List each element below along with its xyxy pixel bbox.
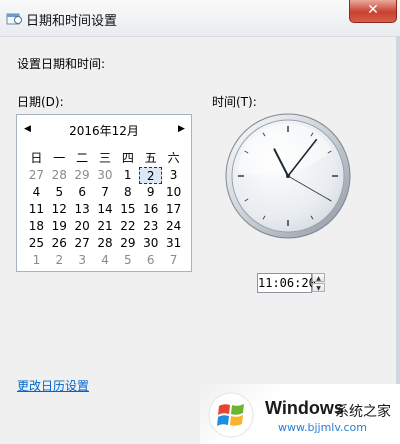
calendar-day[interactable]: 19 bbox=[48, 218, 71, 235]
calendar-day[interactable]: 28 bbox=[94, 235, 117, 252]
calendar-day[interactable]: 24 bbox=[162, 218, 185, 235]
calendar-week: 18 19 20 21 22 23 24 bbox=[25, 218, 185, 235]
calendar-day[interactable]: 14 bbox=[94, 201, 117, 218]
section-heading: 设置日期和时间: bbox=[17, 57, 106, 71]
calendar-day[interactable]: 8 bbox=[116, 184, 139, 201]
calendar-day[interactable]: 12 bbox=[48, 201, 71, 218]
window-frame-right bbox=[396, 36, 400, 444]
calendar-day[interactable]: 7 bbox=[162, 252, 185, 269]
calendar-day[interactable]: 3 bbox=[71, 252, 94, 269]
time-input[interactable]: 11:06:20 bbox=[257, 273, 316, 293]
calendar-day[interactable]: 4 bbox=[94, 252, 117, 269]
time-spinner[interactable]: ▲ ▼ bbox=[312, 273, 325, 293]
calendar-day[interactable]: 22 bbox=[116, 218, 139, 235]
clock-center-pin bbox=[286, 174, 290, 178]
calendar-day[interactable]: 5 bbox=[116, 252, 139, 269]
time-label: 时间(T): bbox=[212, 95, 257, 109]
watermark-brand: Windows bbox=[265, 398, 344, 418]
calendar-grid: 日 一 二 三 四 五 六 27 28 29 30 1 2 3 4 5 6 7 … bbox=[25, 150, 185, 269]
weekday-header: 一 bbox=[53, 151, 66, 165]
calendar-day[interactable]: 21 bbox=[94, 218, 117, 235]
calendar-day[interactable]: 29 bbox=[116, 235, 139, 252]
calendar-day[interactable]: 1 bbox=[116, 167, 139, 184]
calendar-day[interactable]: 11 bbox=[25, 201, 48, 218]
calendar-day[interactable]: 25 bbox=[25, 235, 48, 252]
calendar-week: 1 2 3 4 5 6 7 bbox=[25, 252, 185, 269]
calendar-week: 4 5 6 7 8 9 10 bbox=[25, 184, 185, 201]
weekday-header: 三 bbox=[99, 151, 112, 165]
weekday-header: 六 bbox=[167, 151, 180, 165]
calendar-day[interactable]: 26 bbox=[48, 235, 71, 252]
calendar-day[interactable]: 18 bbox=[25, 218, 48, 235]
calendar-day[interactable]: 3 bbox=[162, 167, 185, 184]
weekday-header: 四 bbox=[121, 151, 134, 165]
windows-logo-icon bbox=[208, 392, 254, 438]
spin-down-icon[interactable]: ▼ bbox=[312, 283, 325, 292]
weekday-header: 五 bbox=[144, 151, 157, 165]
calendar[interactable]: ◀ 2016年12月 ▶ 日 一 二 三 四 五 六 27 28 29 30 1… bbox=[16, 114, 192, 272]
calendar-week: 27 28 29 30 1 2 3 bbox=[25, 167, 185, 184]
calendar-day[interactable]: 15 bbox=[116, 201, 139, 218]
next-month-icon[interactable]: ▶ bbox=[178, 124, 185, 134]
calendar-day[interactable]: 6 bbox=[139, 252, 162, 269]
calendar-day[interactable]: 23 bbox=[139, 218, 162, 235]
calendar-day[interactable]: 20 bbox=[71, 218, 94, 235]
title-bar: 日期和时间设置 bbox=[0, 0, 400, 36]
date-label: 日期(D): bbox=[17, 95, 64, 109]
change-calendar-settings-link[interactable]: 更改日历设置 bbox=[17, 377, 89, 394]
calendar-day[interactable]: 27 bbox=[25, 167, 48, 184]
watermark-url: www.bjjmlv.com bbox=[278, 421, 367, 434]
calendar-day[interactable]: 7 bbox=[94, 184, 117, 201]
date-time-icon bbox=[6, 13, 22, 25]
calendar-day[interactable]: 10 bbox=[162, 184, 185, 201]
weekday-header: 日 bbox=[30, 151, 43, 165]
calendar-day[interactable]: 1 bbox=[25, 252, 48, 269]
close-button[interactable]: ✕ bbox=[349, 0, 397, 23]
calendar-day[interactable]: 31 bbox=[162, 235, 185, 252]
calendar-day[interactable]: 28 bbox=[48, 167, 71, 184]
calendar-day[interactable]: 9 bbox=[139, 184, 162, 201]
calendar-day[interactable]: 5 bbox=[48, 184, 71, 201]
calendar-day[interactable]: 2 bbox=[48, 252, 71, 269]
calendar-day[interactable]: 16 bbox=[139, 201, 162, 218]
window-title: 日期和时间设置 bbox=[26, 14, 118, 29]
calendar-day[interactable]: 13 bbox=[71, 201, 94, 218]
spin-up-icon[interactable]: ▲ bbox=[312, 273, 325, 282]
calendar-day[interactable]: 27 bbox=[71, 235, 94, 252]
watermark-site-name: 系统之家 bbox=[335, 404, 391, 420]
calendar-day[interactable]: 4 bbox=[25, 184, 48, 201]
weekday-header: 二 bbox=[76, 151, 89, 165]
calendar-day[interactable]: 17 bbox=[162, 201, 185, 218]
calendar-day[interactable]: 29 bbox=[71, 167, 94, 184]
calendar-day[interactable]: 30 bbox=[93, 167, 116, 184]
calendar-day[interactable]: 30 bbox=[139, 235, 162, 252]
calendar-week: 11 12 13 14 15 16 17 bbox=[25, 201, 185, 218]
calendar-month-title[interactable]: 2016年12月 bbox=[17, 122, 191, 139]
title-divider bbox=[0, 36, 400, 37]
calendar-day[interactable]: 6 bbox=[71, 184, 94, 201]
calendar-day-selected[interactable]: 2 bbox=[139, 167, 163, 184]
analog-clock bbox=[225, 113, 351, 239]
weekday-header-row: 日 一 二 三 四 五 六 bbox=[25, 150, 185, 167]
calendar-week: 25 26 27 28 29 30 31 bbox=[25, 235, 185, 252]
